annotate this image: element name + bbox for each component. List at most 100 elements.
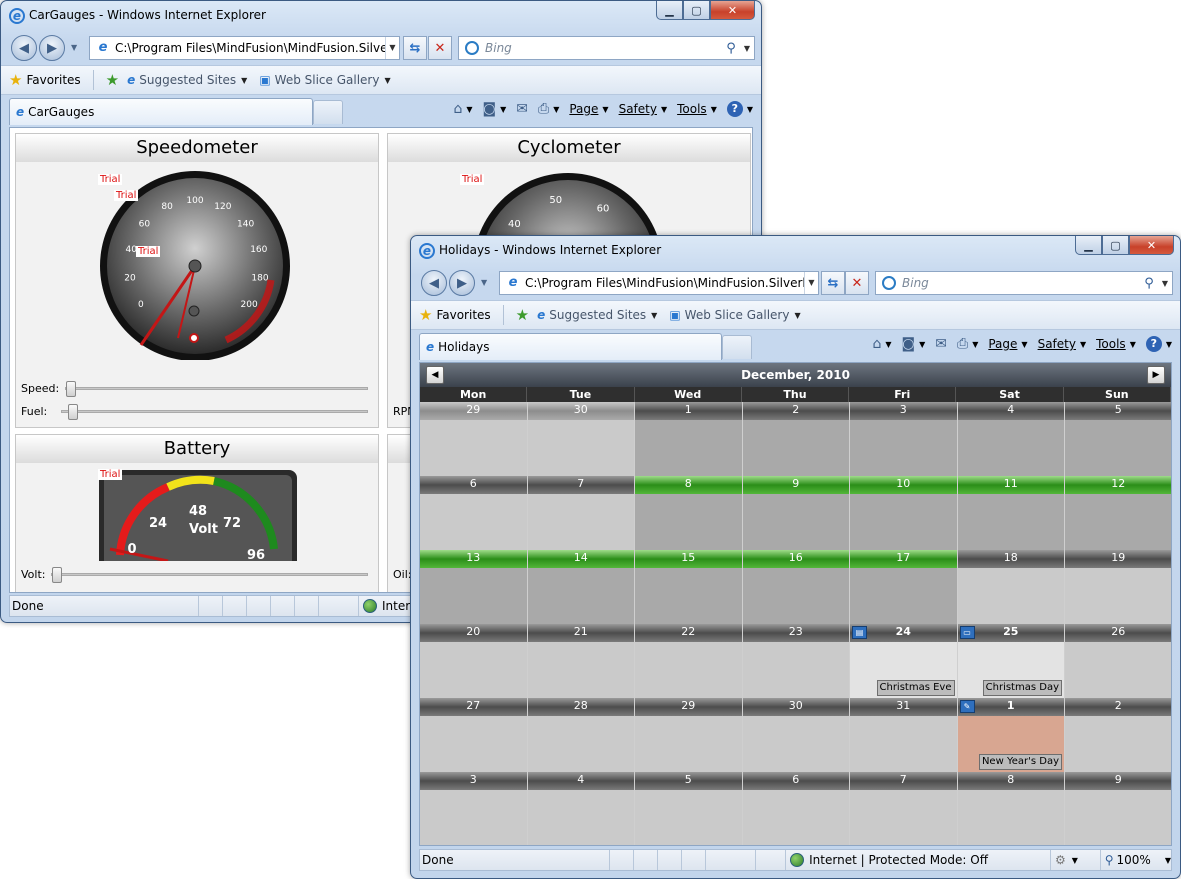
day-body[interactable]: New Year's Day (957, 716, 1064, 772)
recent-pages-dropdown[interactable]: ▼ (71, 43, 77, 52)
calendar-day-cell[interactable]: 7 (527, 476, 635, 550)
day-body[interactable] (420, 790, 527, 845)
day-body[interactable] (420, 716, 527, 772)
day-body[interactable] (527, 420, 634, 476)
suggested-sites-link[interactable]: e Suggested Sites ▼ (537, 308, 657, 322)
home-button[interactable]: ⌂ ▼ (872, 336, 891, 352)
day-body[interactable] (635, 420, 742, 476)
mail-button[interactable]: ✉ (935, 336, 947, 352)
day-body[interactable] (742, 716, 849, 772)
suggested-sites-link[interactable]: e Suggested Sites ▼ (127, 73, 247, 87)
search-dropdown[interactable]: ▼ (740, 44, 754, 53)
calendar-day-cell[interactable]: 8 (957, 772, 1065, 845)
next-month-button[interactable]: ▶ (1147, 366, 1165, 384)
calendar-day-cell[interactable]: 4 (957, 402, 1065, 476)
calendar-day-cell[interactable]: 2 (1065, 698, 1171, 772)
day-body[interactable] (850, 568, 957, 624)
title-bar[interactable]: e CarGauges - Windows Internet Explorer … (1, 1, 761, 31)
calendar-day-cell[interactable]: 18 (957, 550, 1065, 624)
day-body[interactable] (742, 420, 849, 476)
tools-menu[interactable]: Tools ▼ (677, 102, 717, 116)
close-button[interactable]: ✕ (1129, 236, 1174, 255)
calendar-day-cell[interactable]: 7 (850, 772, 958, 845)
favorites-button[interactable]: ★ Favorites (419, 306, 491, 324)
print-button[interactable]: ⎙ ▼ (957, 336, 978, 352)
maximize-button[interactable]: ▢ (1102, 236, 1129, 255)
calendar-day-cell[interactable]: 8 (635, 476, 743, 550)
day-body[interactable] (957, 568, 1064, 624)
calendar-day-cell[interactable]: 14 (527, 550, 635, 624)
volt-slider-thumb[interactable] (52, 566, 63, 583)
calendar-day-cell[interactable]: 10 (850, 476, 958, 550)
minimize-button[interactable]: ▁ (1075, 236, 1102, 255)
tab-cargauges[interactable]: e CarGauges (9, 98, 313, 125)
calendar-day-cell[interactable]: 17 (850, 550, 958, 624)
close-button[interactable]: ✕ (710, 1, 755, 20)
prev-month-button[interactable]: ◀ (426, 366, 444, 384)
page-menu[interactable]: Page ▼ (988, 337, 1027, 351)
search-icon[interactable]: ⚲ (1140, 276, 1158, 291)
title-bar[interactable]: e Holidays - Windows Internet Explorer ▁… (411, 236, 1180, 266)
help-button[interactable]: ? ▼ (1145, 336, 1172, 352)
search-dropdown[interactable]: ▼ (1158, 279, 1172, 288)
address-bar[interactable]: e C:\Program Files\MindFusion\MindFusion… (89, 36, 400, 60)
day-body[interactable] (742, 494, 849, 550)
security-zone[interactable]: Internet | Protected Mode: Off (785, 850, 1050, 870)
day-body[interactable] (957, 790, 1064, 845)
refresh-button[interactable]: ⇆ (403, 36, 427, 60)
day-body[interactable] (635, 494, 742, 550)
calendar-day-cell[interactable]: 9 (742, 476, 850, 550)
calendar-day-cell[interactable]: 19 (1065, 550, 1171, 624)
holiday-event-new-year[interactable]: New Year's Day (978, 754, 1062, 770)
search-box[interactable]: Bing ⚲ ▼ (458, 36, 755, 60)
day-body[interactable] (850, 494, 957, 550)
tools-menu[interactable]: Tools ▼ (1096, 337, 1136, 351)
calendar-day-cell[interactable]: 6 (742, 772, 850, 845)
web-slice-gallery-link[interactable]: ▣ Web Slice Gallery ▼ (259, 73, 390, 87)
day-body[interactable] (527, 494, 634, 550)
recent-pages-dropdown[interactable]: ▼ (481, 278, 487, 287)
calendar-day-cell[interactable]: 26 (1065, 624, 1171, 698)
day-body[interactable] (1065, 494, 1171, 550)
day-body[interactable] (742, 568, 849, 624)
calendar-day-cell[interactable]: 2 (742, 402, 850, 476)
safety-menu[interactable]: Safety ▼ (619, 102, 668, 116)
day-body[interactable] (420, 568, 527, 624)
back-button[interactable]: ◀ (11, 35, 37, 61)
address-bar[interactable]: e C:\Program Files\MindFusion\MindFusion… (499, 271, 819, 295)
day-body[interactable] (420, 642, 527, 698)
day-body[interactable] (1065, 790, 1171, 845)
help-button[interactable]: ? ▼ (726, 101, 753, 117)
address-dropdown[interactable]: ▼ (385, 37, 399, 59)
day-body[interactable] (527, 568, 634, 624)
day-body[interactable] (527, 642, 634, 698)
day-body[interactable] (1065, 716, 1171, 772)
tab-holidays[interactable]: e Holidays (419, 333, 722, 360)
home-button[interactable]: ⌂ ▼ (453, 101, 472, 117)
day-body[interactable]: Christmas Eve (850, 642, 957, 698)
search-icon[interactable]: ⚲ (722, 41, 740, 56)
calendar-day-cell[interactable]: 23 (742, 624, 850, 698)
day-body[interactable] (850, 716, 957, 772)
new-tab-button[interactable] (722, 335, 752, 359)
protected-mode-button[interactable]: ⚙ ▼ (1049, 850, 1100, 870)
calendar-day-cell[interactable]: 1 ✎ New Year's Day (957, 698, 1065, 772)
forward-button[interactable]: ▶ (39, 35, 65, 61)
calendar-day-cell[interactable]: 9 (1065, 772, 1171, 845)
search-box[interactable]: Bing ⚲ ▼ (875, 271, 1173, 295)
calendar-day-cell[interactable]: 25 ▭ Christmas Day (957, 624, 1065, 698)
minimize-button[interactable]: ▁ (656, 1, 683, 20)
address-dropdown[interactable]: ▼ (804, 272, 818, 294)
day-body[interactable] (1065, 420, 1171, 476)
back-button[interactable]: ◀ (421, 270, 447, 296)
day-body[interactable] (635, 642, 742, 698)
day-body[interactable] (635, 568, 742, 624)
calendar-day-cell[interactable]: 16 (742, 550, 850, 624)
calendar-day-cell[interactable]: 29 (420, 402, 528, 476)
favorites-button[interactable]: ★ Favorites (9, 71, 81, 89)
calendar-day-cell[interactable]: 12 (1065, 476, 1171, 550)
add-favorite-icon[interactable]: ★ (106, 71, 119, 89)
add-favorite-icon[interactable]: ★ (516, 306, 529, 324)
calendar-day-cell[interactable]: 21 (527, 624, 635, 698)
calendar-day-cell[interactable]: 5 (635, 772, 743, 845)
